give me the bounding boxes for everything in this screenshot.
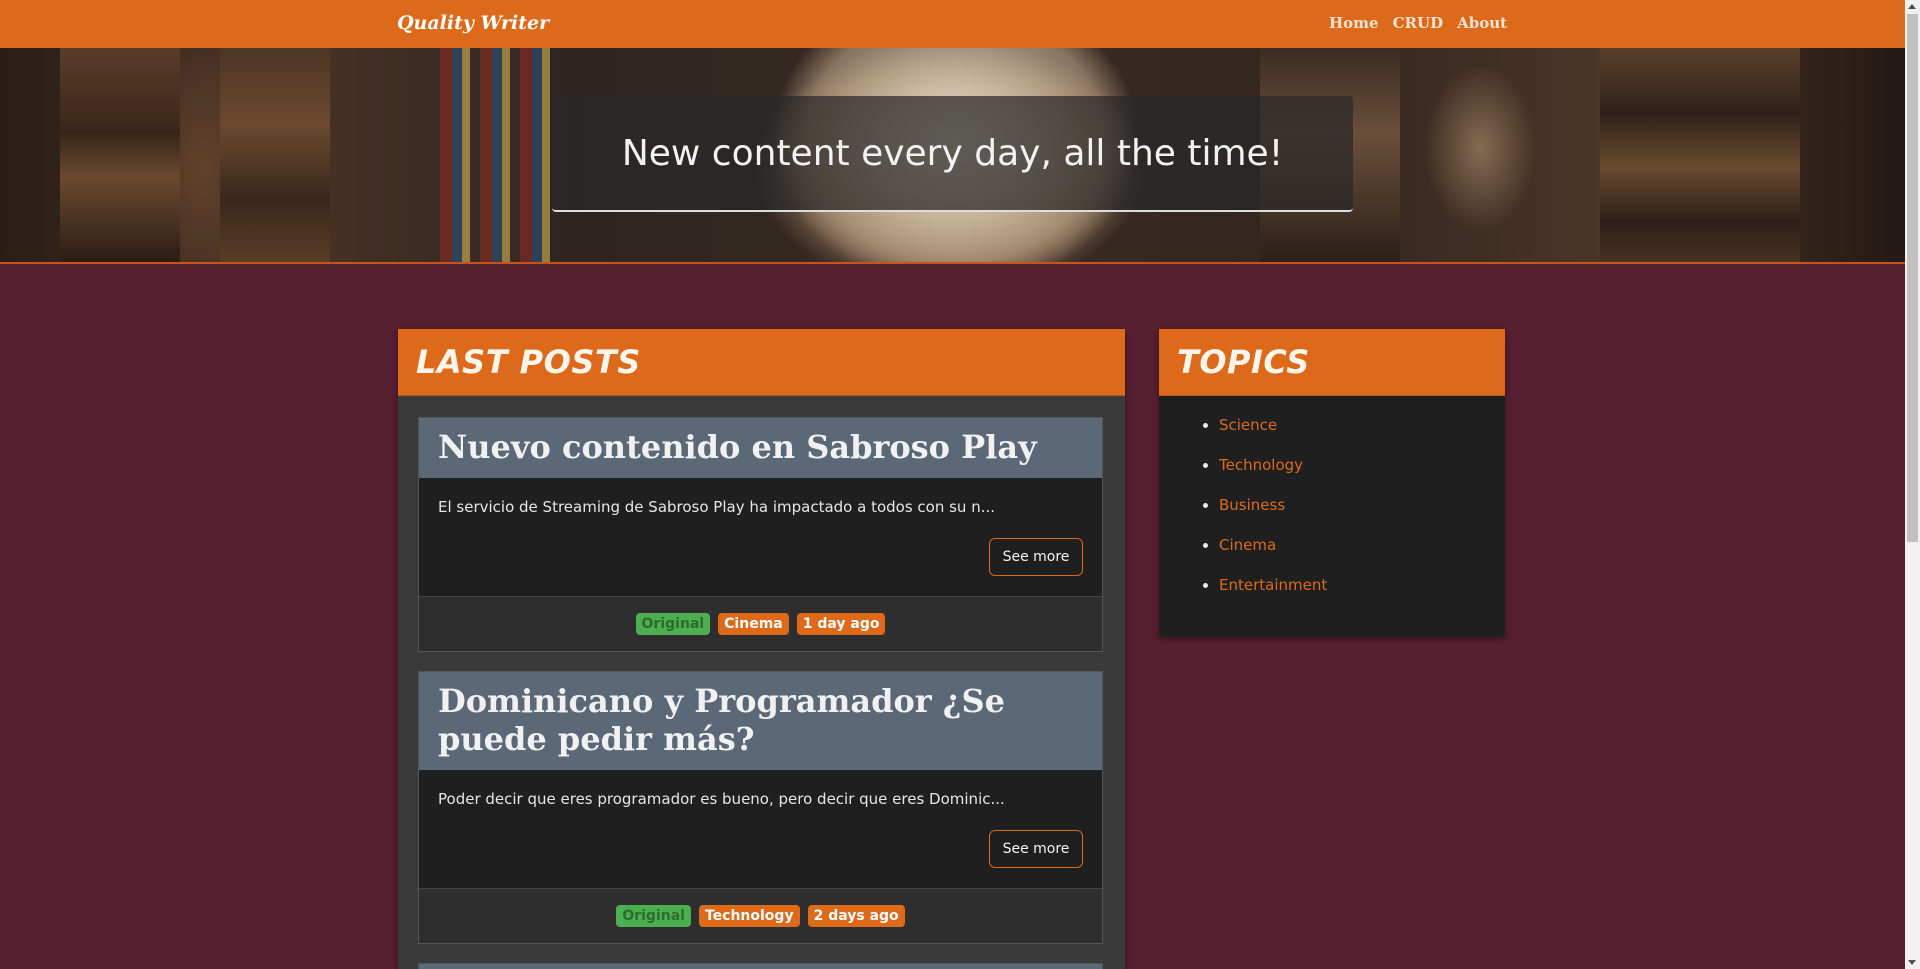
scroll-down-icon[interactable] — [1908, 960, 1916, 965]
bookshelf-image-right-2 — [1600, 48, 1800, 262]
post-title[interactable]: Nuevo contenido en Sabroso Play — [438, 428, 1083, 466]
scroll-thumb[interactable] — [1907, 14, 1918, 542]
category-badge: Technology — [698, 905, 800, 927]
post-card-header — [419, 964, 1102, 969]
post-card-body: El servicio de Streaming de Sabroso Play… — [419, 478, 1102, 596]
post-card-header: Dominicano y Programador ¿Se puede pedir… — [419, 672, 1102, 770]
scroll-up-icon[interactable] — [1908, 4, 1916, 9]
original-badge: Original — [635, 613, 711, 635]
post-card-body: Poder decir que eres programador es buen… — [419, 770, 1102, 888]
brand-logo[interactable]: Quality Writer — [397, 12, 549, 34]
topics-list: Science Technology Business Cinema Enter… — [1159, 396, 1505, 614]
bookshelf-image-left — [60, 48, 180, 262]
post-card: Dominicano y Programador ¿Se puede pedir… — [418, 671, 1103, 944]
see-more-button[interactable]: See more — [989, 538, 1083, 576]
hero-caption-box: New content every day, all the time! — [552, 96, 1353, 212]
nav-link-home[interactable]: Home — [1329, 14, 1379, 32]
topic-link-business[interactable]: Business — [1219, 496, 1285, 514]
topic-item: Entertainment — [1203, 574, 1505, 614]
topic-link-cinema[interactable]: Cinema — [1219, 536, 1276, 554]
nav-link-crud[interactable]: CRUD — [1393, 14, 1444, 32]
navbar: Quality Writer Home CRUD About — [0, 0, 1905, 48]
colored-books-image — [440, 48, 550, 262]
last-posts-panel: LAST POSTS Nuevo contenido en Sabroso Pl… — [398, 329, 1125, 969]
nav-link-about[interactable]: About — [1457, 14, 1507, 32]
post-title[interactable]: Dominicano y Programador ¿Se puede pedir… — [438, 682, 1083, 758]
hero-text: New content every day, all the time! — [621, 132, 1284, 174]
bookshelf-image-left-2 — [220, 48, 330, 262]
post-card: Nuevo contenido en Sabroso Play El servi… — [418, 417, 1103, 652]
hero-banner: New content every day, all the time! — [0, 48, 1905, 264]
topic-item: Science — [1203, 414, 1505, 454]
post-card-footer: Original Technology 2 days ago — [419, 888, 1102, 943]
topics-title: TOPICS — [1177, 343, 1310, 381]
topics-header: TOPICS — [1159, 329, 1505, 396]
last-posts-title: LAST POSTS — [416, 343, 641, 381]
last-posts-header: LAST POSTS — [398, 329, 1125, 396]
post-card-header: Nuevo contenido en Sabroso Play — [419, 418, 1102, 478]
original-badge: Original — [616, 905, 691, 927]
category-badge: Cinema — [718, 613, 789, 635]
topic-link-science[interactable]: Science — [1219, 416, 1277, 434]
post-card-footer: Original Cinema 1 day ago — [419, 596, 1102, 651]
topic-item: Business — [1203, 494, 1505, 534]
time-badge: 2 days ago — [807, 905, 905, 927]
time-badge: 1 day ago — [796, 613, 886, 635]
post-card-partial — [418, 963, 1103, 969]
topic-item: Cinema — [1203, 534, 1505, 574]
topic-link-technology[interactable]: Technology — [1219, 456, 1303, 474]
see-more-button[interactable]: See more — [989, 830, 1083, 868]
nav-links: Home CRUD About — [1329, 14, 1507, 32]
topic-item: Technology — [1203, 454, 1505, 494]
post-excerpt: Poder decir que eres programador es buen… — [438, 790, 1005, 808]
page-scrollbar[interactable] — [1905, 0, 1920, 969]
topic-link-entertainment[interactable]: Entertainment — [1219, 576, 1327, 594]
post-excerpt: El servicio de Streaming de Sabroso Play… — [438, 498, 996, 516]
topics-panel: TOPICS Science Technology Business Cinem… — [1159, 329, 1505, 637]
